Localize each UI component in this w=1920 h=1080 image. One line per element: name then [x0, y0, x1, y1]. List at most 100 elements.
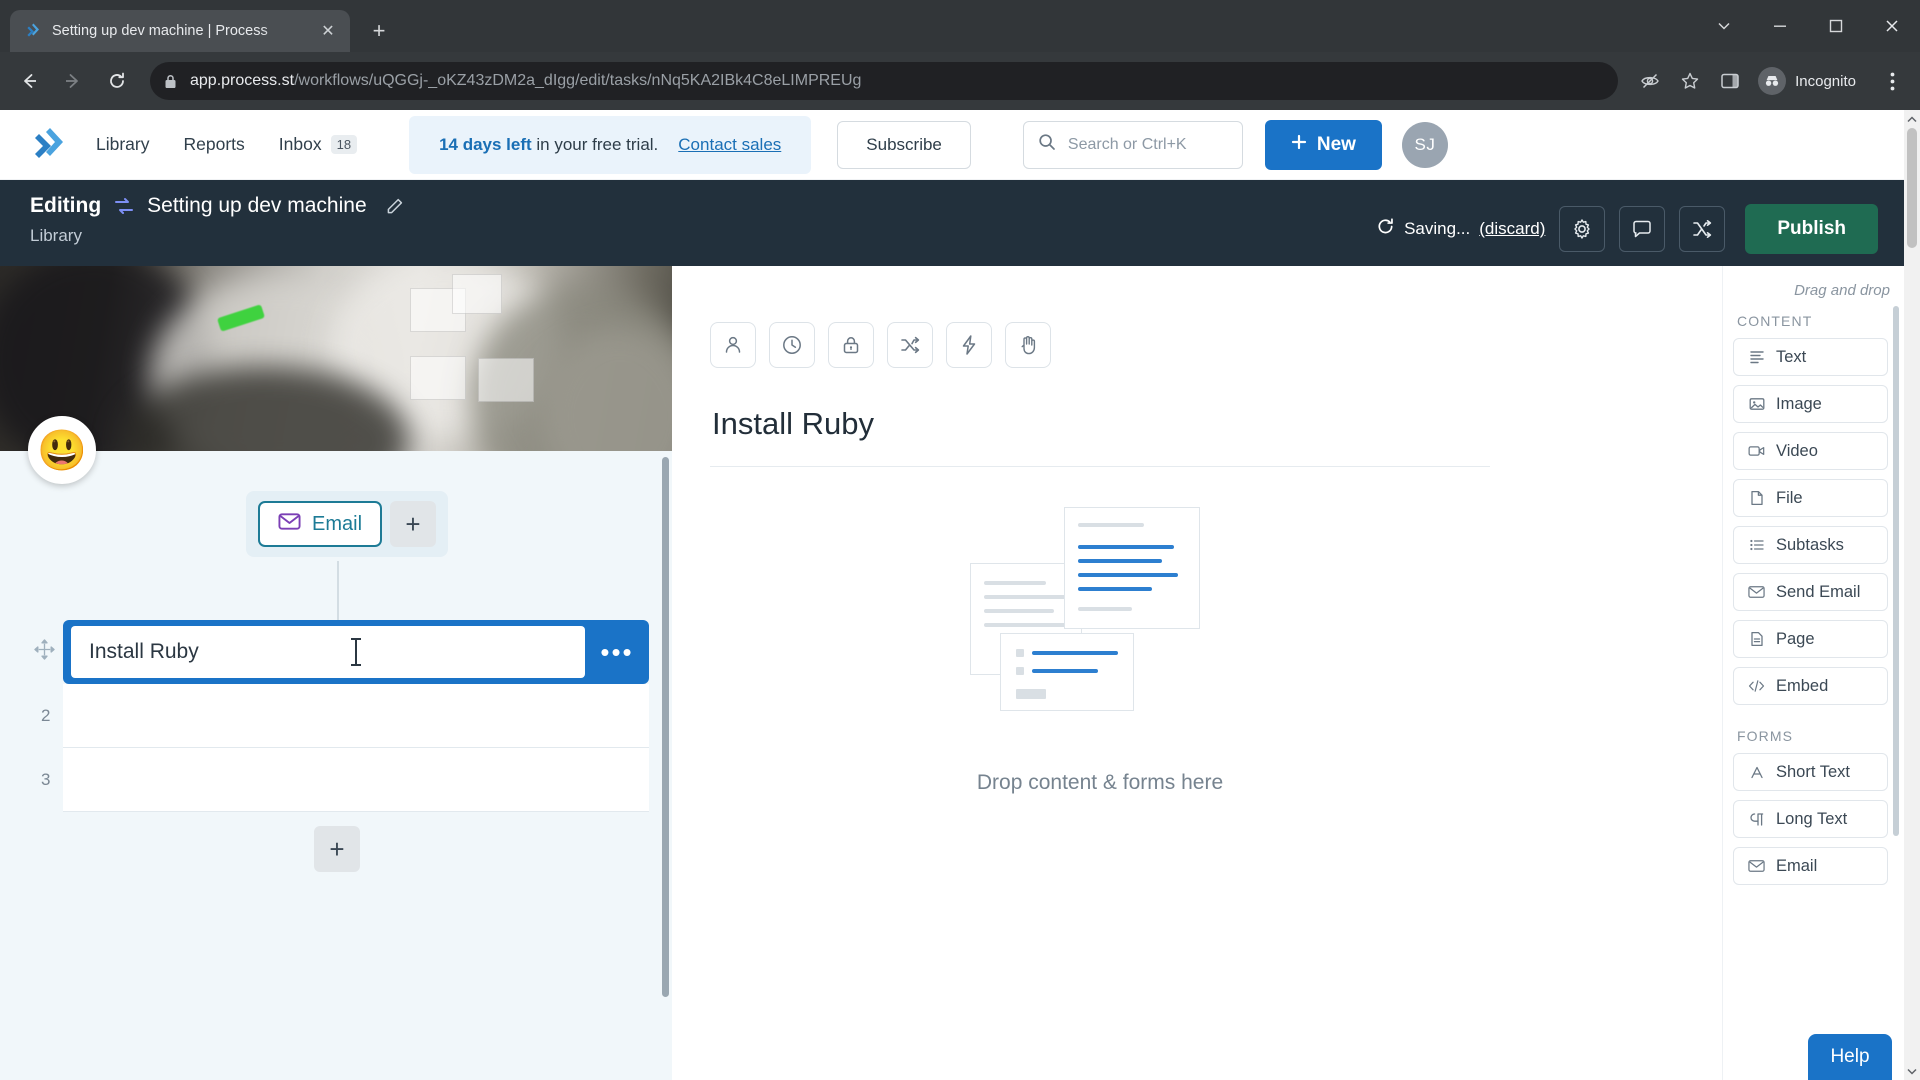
scroll-up-arrow-icon[interactable]: [1907, 110, 1917, 128]
drag-and-drop-hint: Drag and drop: [1794, 282, 1890, 299]
panel-item-label: Subtasks: [1776, 535, 1844, 554]
eye-slash-icon[interactable]: [1632, 63, 1668, 99]
task-row[interactable]: Install Ruby •••: [63, 620, 649, 684]
workflow-emoji-badge[interactable]: 😃: [28, 416, 96, 484]
email-trigger-label: Email: [312, 512, 363, 535]
workflow-run-link-button[interactable]: [1679, 206, 1726, 252]
subscribe-button[interactable]: Subscribe: [837, 120, 971, 169]
assign-task-button[interactable]: [710, 322, 756, 368]
star-icon[interactable]: [1672, 63, 1708, 99]
automation-button[interactable]: [946, 322, 992, 368]
panel-item-label: Page: [1776, 629, 1815, 648]
panel-item-send-email[interactable]: Send Email: [1733, 573, 1888, 611]
envelope-icon: [278, 512, 301, 536]
edit-header-actions: Saving... (discard) Publish: [1376, 194, 1878, 254]
panel-item-text[interactable]: Text: [1733, 338, 1888, 376]
user-avatar[interactable]: SJ: [1401, 121, 1448, 168]
sync-spinner-icon: [1376, 217, 1395, 241]
comments-button[interactable]: [1619, 206, 1666, 252]
scroll-down-arrow-icon[interactable]: [1907, 1062, 1917, 1080]
edit-header-left: Editing Setting up dev machine Library: [30, 194, 1376, 246]
panel-item-short-text[interactable]: Short Text: [1733, 753, 1888, 791]
editing-label: Editing: [30, 194, 102, 217]
search-box[interactable]: [1022, 120, 1243, 169]
task-row[interactable]: 3: [41, 748, 649, 812]
content-library-scrollbar[interactable]: [1893, 306, 1899, 836]
add-task-button[interactable]: +: [314, 826, 360, 872]
incognito-label: Incognito: [1795, 72, 1856, 90]
panel-item-page[interactable]: Page: [1733, 620, 1888, 658]
close-icon[interactable]: [1864, 6, 1920, 46]
process-st-app: Library Reports Inbox 18 14 days left in…: [0, 110, 1904, 1080]
maximize-icon[interactable]: [1808, 6, 1864, 46]
workflow-settings-button[interactable]: [1559, 206, 1606, 252]
dropzone-label: Drop content & forms here: [976, 771, 1224, 794]
content-library-panel: Drag and drop CONTENT Text Image Video F…: [1722, 266, 1904, 1080]
saving-status: Saving... (discard): [1376, 217, 1545, 241]
email-trigger-chip[interactable]: Email: [258, 501, 383, 547]
panel-item-long-text[interactable]: Long Text: [1733, 800, 1888, 838]
long-text-icon: [1748, 812, 1765, 827]
side-panel-icon[interactable]: [1712, 63, 1748, 99]
tab-search-icon[interactable]: [1696, 6, 1752, 46]
search-input[interactable]: [1067, 135, 1228, 154]
stop-task-button[interactable]: [1005, 322, 1051, 368]
panel-item-subtasks[interactable]: Subtasks: [1733, 526, 1888, 564]
new-button[interactable]: New: [1264, 119, 1382, 170]
task-list-scrollbar[interactable]: [662, 457, 669, 997]
short-text-icon: [1748, 765, 1765, 780]
content-dropzone[interactable]: Drop content & forms here: [710, 507, 1490, 795]
nav-link-inbox-label: Inbox: [278, 134, 322, 154]
add-trigger-button[interactable]: +: [390, 501, 437, 547]
back-arrow-icon[interactable]: [10, 62, 48, 100]
image-icon: [1748, 396, 1765, 412]
panel-item-label: Video: [1776, 441, 1818, 460]
panel-item-label: Email: [1776, 856, 1818, 875]
saving-text: Saving...: [1404, 219, 1471, 238]
task-title-input[interactable]: Install Ruby: [71, 626, 585, 678]
kebab-menu-icon[interactable]: [1874, 63, 1910, 99]
task-row[interactable]: 2: [41, 684, 649, 748]
panel-item-label: Send Email: [1776, 582, 1861, 601]
address-bar[interactable]: app.process.st/workflows/uQGGj-_oKZ43zDM…: [150, 62, 1619, 100]
incognito-profile-button[interactable]: Incognito: [1752, 63, 1870, 99]
edit-header-title-row: Editing Setting up dev machine: [30, 194, 1376, 218]
panel-item-label: Long Text: [1776, 809, 1848, 828]
panel-item-label: Short Text: [1776, 762, 1850, 781]
nav-link-reports[interactable]: Reports: [184, 134, 245, 155]
panel-item-form-email[interactable]: Email: [1733, 847, 1888, 885]
pencil-edit-icon[interactable]: [385, 197, 404, 216]
workflow-edit-header: Editing Setting up dev machine Library S…: [0, 180, 1904, 266]
nav-link-inbox[interactable]: Inbox 18: [278, 134, 358, 155]
help-button[interactable]: Help: [1808, 1034, 1892, 1080]
nav-link-library[interactable]: Library: [96, 134, 150, 155]
panel-item-embed[interactable]: Embed: [1733, 667, 1888, 705]
list-icon: [1748, 537, 1765, 553]
trial-banner: 14 days left in your free trial. Contact…: [409, 115, 812, 174]
browser-tab[interactable]: Setting up dev machine | Process ✕: [10, 10, 350, 52]
new-tab-button[interactable]: +: [362, 14, 396, 48]
workflow-trigger-group: Email +: [246, 491, 449, 557]
process-st-logo[interactable]: [26, 123, 70, 167]
inbox-badge-count: 18: [330, 134, 358, 155]
page-scrollbar-thumb[interactable]: [1907, 128, 1917, 248]
tab-close-icon[interactable]: ✕: [316, 19, 340, 43]
contact-sales-link[interactable]: Contact sales: [678, 135, 781, 155]
breadcrumb[interactable]: Library: [30, 226, 1376, 246]
panel-item-image[interactable]: Image: [1733, 385, 1888, 423]
minimize-icon[interactable]: [1752, 6, 1808, 46]
panel-item-video[interactable]: Video: [1733, 432, 1888, 470]
discard-link[interactable]: (discard): [1479, 219, 1545, 239]
task-options-button[interactable]: •••: [585, 637, 649, 668]
panel-item-label: Text: [1776, 347, 1807, 366]
conditional-logic-button[interactable]: [887, 322, 933, 368]
panel-item-file[interactable]: File: [1733, 479, 1888, 517]
reload-icon[interactable]: [98, 62, 136, 100]
nav-link-reports-label: Reports: [183, 134, 245, 154]
workflow-swap-icon: [113, 196, 135, 216]
publish-button[interactable]: Publish: [1745, 204, 1878, 254]
page-scrollbar[interactable]: [1904, 110, 1920, 1080]
permissions-button[interactable]: [828, 322, 874, 368]
move-handle-icon[interactable]: [34, 639, 55, 665]
due-date-button[interactable]: [769, 322, 815, 368]
